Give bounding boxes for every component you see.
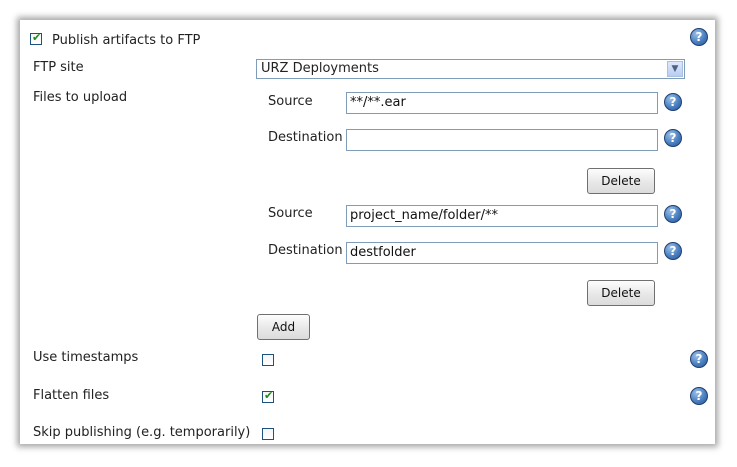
source-label: Source xyxy=(268,94,313,109)
ftp-site-select[interactable]: URZ Deployments ▼ xyxy=(256,59,685,79)
files-to-upload-label: Files to upload xyxy=(33,90,128,105)
flatten-files-label: Flatten files xyxy=(33,388,110,403)
destination-input[interactable] xyxy=(346,129,658,151)
delete-button[interactable]: Delete xyxy=(587,168,655,194)
destination-label: Destination xyxy=(268,130,343,145)
help-icon[interactable]: ? xyxy=(664,129,682,147)
help-icon[interactable]: ? xyxy=(664,242,682,260)
delete-button[interactable]: Delete xyxy=(587,280,655,306)
use-timestamps-label: Use timestamps xyxy=(33,350,139,365)
source-label: Source xyxy=(268,206,313,221)
skip-publishing-checkbox[interactable] xyxy=(262,428,274,440)
flatten-files-checkbox[interactable]: ✔ xyxy=(262,389,274,403)
help-icon[interactable]: ? xyxy=(664,205,682,223)
destination-label: Destination xyxy=(268,243,343,258)
ftp-publisher-panel xyxy=(20,20,715,444)
help-icon[interactable]: ? xyxy=(664,93,682,111)
source-input[interactable]: project_name/folder/** xyxy=(346,205,658,227)
check-mark-icon: ✔ xyxy=(264,389,274,402)
chevron-down-icon[interactable]: ▼ xyxy=(667,61,683,77)
help-icon[interactable]: ? xyxy=(690,387,708,405)
add-button[interactable]: Add xyxy=(257,314,310,340)
publish-checkbox[interactable]: ✔ xyxy=(30,31,42,45)
ftp-site-label: FTP site xyxy=(33,60,84,75)
use-timestamps-checkbox[interactable] xyxy=(262,354,274,366)
help-icon[interactable]: ? xyxy=(690,350,708,368)
ftp-site-value: URZ Deployments xyxy=(261,61,379,76)
publish-label: Publish artifacts to FTP xyxy=(52,33,201,48)
check-mark-icon: ✔ xyxy=(32,31,42,44)
skip-publishing-label: Skip publishing (e.g. temporarily) xyxy=(33,425,251,440)
destination-input[interactable]: destfolder xyxy=(346,242,658,264)
help-icon[interactable]: ? xyxy=(690,28,708,46)
source-input[interactable]: **/**.ear xyxy=(346,92,658,114)
